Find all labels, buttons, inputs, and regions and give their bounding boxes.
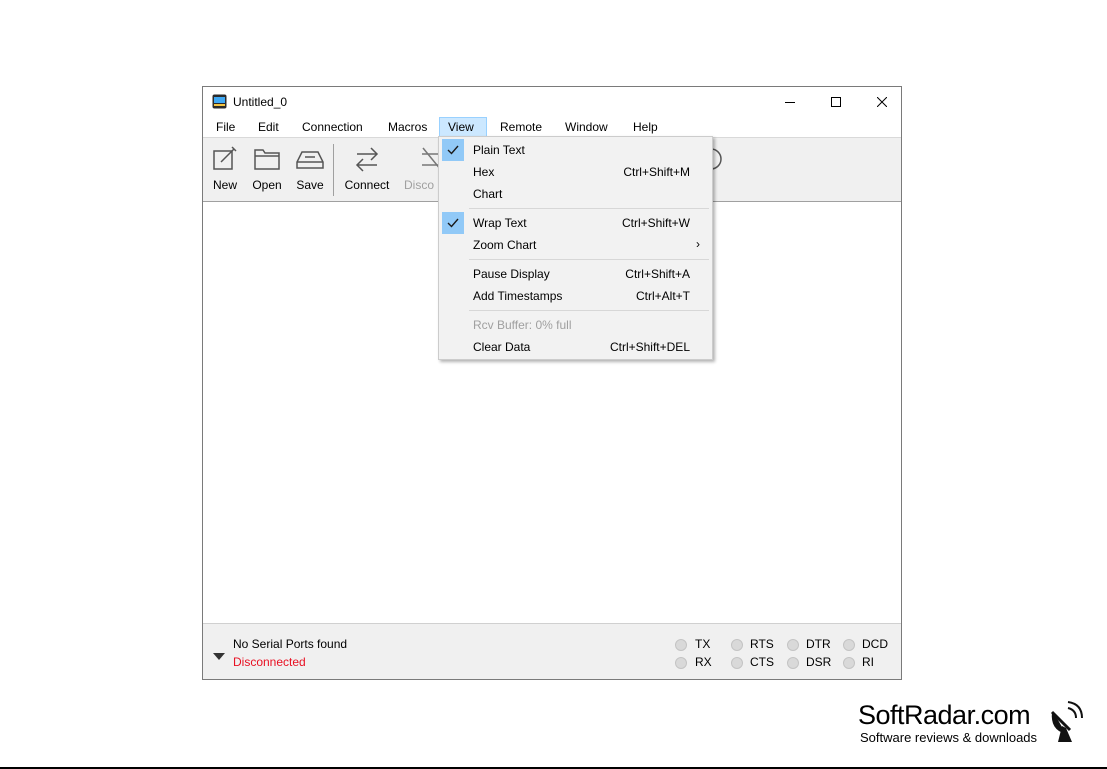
serial-ports-status: No Serial Ports found xyxy=(233,637,348,651)
dcd-indicator xyxy=(843,639,855,651)
rts-indicator xyxy=(731,639,743,651)
menu-separator xyxy=(469,259,709,260)
collapse-arrow-icon[interactable] xyxy=(212,651,226,661)
new-button[interactable]: New xyxy=(207,138,243,202)
close-icon xyxy=(877,97,887,107)
menu-separator xyxy=(469,310,709,311)
connection-status: Disconnected xyxy=(233,655,306,669)
menu-separator xyxy=(469,208,709,209)
menu-item-add-timestamps[interactable]: Add Timestamps Ctrl+Alt+T xyxy=(441,285,710,307)
menu-macros[interactable]: Macros xyxy=(380,117,435,137)
menu-item-wrap-text[interactable]: Wrap Text Ctrl+Shift+W xyxy=(441,212,710,234)
chart-label: Chart xyxy=(473,187,503,201)
hex-label: Hex xyxy=(473,165,495,179)
dtr-indicator xyxy=(787,639,799,651)
connect-label: Connect xyxy=(344,178,390,192)
menu-edit[interactable]: Edit xyxy=(250,117,287,137)
new-file-icon xyxy=(213,146,237,170)
softradar-watermark: SoftRadar.com Software reviews & downloa… xyxy=(858,700,1088,750)
minimize-button[interactable] xyxy=(767,87,813,117)
connect-button[interactable]: Connect xyxy=(341,138,393,202)
maximize-icon xyxy=(831,97,841,107)
tx-label: TX xyxy=(695,637,711,651)
app-icon xyxy=(212,94,227,109)
open-label: Open xyxy=(252,178,282,192)
wrap-text-shortcut: Ctrl+Shift+W xyxy=(621,216,690,230)
rts-label: RTS xyxy=(750,637,774,651)
dcd-label: DCD xyxy=(862,637,888,651)
rcv-buffer-label: Rcv Buffer: 0% full xyxy=(473,318,572,332)
checkmark-icon xyxy=(442,212,464,234)
disconnect-icon xyxy=(422,147,439,169)
wrap-text-label: Wrap Text xyxy=(473,216,527,230)
zoom-chart-label: Zoom Chart xyxy=(473,238,537,252)
status-bar: No Serial Ports found Disconnected TX RX… xyxy=(203,624,901,679)
close-button[interactable] xyxy=(859,87,905,117)
maximize-button[interactable] xyxy=(813,87,859,117)
ri-indicator xyxy=(843,657,855,669)
connect-arrows-icon xyxy=(355,147,379,172)
new-label: New xyxy=(212,178,237,192)
add-timestamps-label: Add Timestamps xyxy=(473,289,563,303)
menu-item-rcv-buffer: Rcv Buffer: 0% full xyxy=(441,314,710,336)
toolbar-separator xyxy=(333,144,334,196)
menu-view[interactable]: View xyxy=(439,117,487,137)
menu-item-hex[interactable]: Hex Ctrl+Shift+M xyxy=(441,161,710,183)
menu-remote[interactable]: Remote xyxy=(492,117,550,137)
rx-label: RX xyxy=(695,655,712,669)
hex-shortcut: Ctrl+Shift+M xyxy=(623,165,690,179)
menu-item-chart[interactable]: Chart xyxy=(441,183,710,205)
watermark-title: SoftRadar.com xyxy=(858,700,1031,730)
menu-file[interactable]: File xyxy=(208,117,243,137)
window-title: Untitled_0 xyxy=(233,95,288,109)
menu-help[interactable]: Help xyxy=(625,117,666,137)
rx-indicator xyxy=(675,657,687,669)
menu-window[interactable]: Window xyxy=(557,117,616,137)
menu-item-pause-display[interactable]: Pause Display Ctrl+Shift+A xyxy=(441,263,710,285)
menu-item-plain-text[interactable]: Plain Text xyxy=(441,139,710,161)
minimize-icon xyxy=(785,102,795,103)
disconnect-label: Disco xyxy=(404,178,435,192)
open-button[interactable]: Open xyxy=(247,138,287,202)
folder-icon xyxy=(254,149,280,170)
satellite-dish-icon xyxy=(1050,701,1083,742)
menu-item-clear-data[interactable]: Clear Data Ctrl+Shift+DEL xyxy=(441,336,710,358)
title-bar: Untitled_0 xyxy=(203,87,901,117)
plain-text-label: Plain Text xyxy=(473,143,525,157)
menu-connection[interactable]: Connection xyxy=(294,117,371,137)
dtr-label: DTR xyxy=(806,637,831,651)
pause-display-label: Pause Display xyxy=(473,267,550,281)
clear-data-label: Clear Data xyxy=(473,340,531,354)
pause-display-shortcut: Ctrl+Shift+A xyxy=(625,267,690,281)
dsr-indicator xyxy=(787,657,799,669)
submenu-arrow-icon: › xyxy=(696,237,700,251)
checkmark-icon xyxy=(442,139,464,161)
dsr-label: DSR xyxy=(806,655,832,669)
save-label: Save xyxy=(296,178,324,192)
cts-label: CTS xyxy=(750,655,774,669)
add-timestamps-shortcut: Ctrl+Alt+T xyxy=(635,289,690,303)
tx-indicator xyxy=(675,639,687,651)
ri-label: RI xyxy=(862,655,874,669)
save-button[interactable]: Save xyxy=(291,138,329,202)
drive-icon xyxy=(296,151,324,169)
disconnect-button[interactable]: Disco xyxy=(401,138,439,202)
menu-item-zoom-chart[interactable]: Zoom Chart › xyxy=(441,234,710,256)
watermark-tagline: Software reviews & downloads xyxy=(860,730,1038,745)
cts-indicator xyxy=(731,657,743,669)
view-dropdown-menu: Plain Text Hex Ctrl+Shift+M Chart Wrap T… xyxy=(438,136,713,360)
clear-data-shortcut: Ctrl+Shift+DEL xyxy=(609,340,690,354)
menu-bar: File Edit Connection Macros View Remote … xyxy=(203,117,901,137)
